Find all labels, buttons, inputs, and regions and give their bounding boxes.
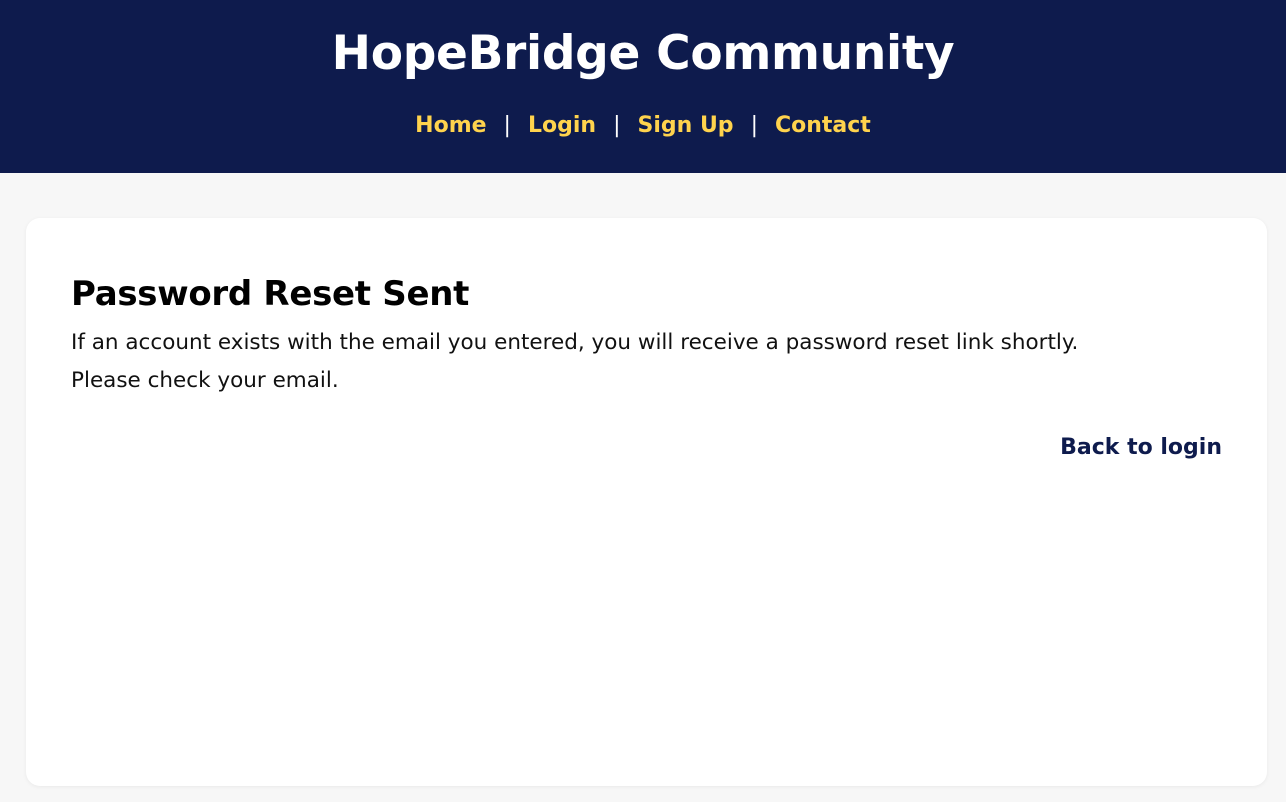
nav-separator: | bbox=[750, 113, 758, 138]
site-header: HopeBridge Community Home | Login | Sign… bbox=[0, 0, 1286, 173]
nav-link-login[interactable]: Login bbox=[528, 110, 596, 142]
nav-separator: | bbox=[503, 113, 511, 138]
nav-link-home[interactable]: Home bbox=[415, 110, 486, 142]
message-line-1: If an account exists with the email you … bbox=[71, 330, 1079, 355]
nav-separator: | bbox=[613, 113, 621, 138]
nav-link-contact[interactable]: Contact bbox=[775, 110, 871, 142]
card-message: If an account exists with the email you … bbox=[71, 324, 1171, 400]
card-title: Password Reset Sent bbox=[71, 274, 470, 314]
message-line-2: Please check your email. bbox=[71, 368, 339, 393]
back-to-login-link[interactable]: Back to login bbox=[1060, 432, 1222, 464]
reset-confirmation-card: Password Reset Sent If an account exists… bbox=[26, 218, 1267, 786]
main-nav: Home | Login | Sign Up | Contact bbox=[0, 110, 1286, 142]
nav-link-signup[interactable]: Sign Up bbox=[637, 110, 733, 142]
site-title: HopeBridge Community bbox=[331, 26, 955, 81]
